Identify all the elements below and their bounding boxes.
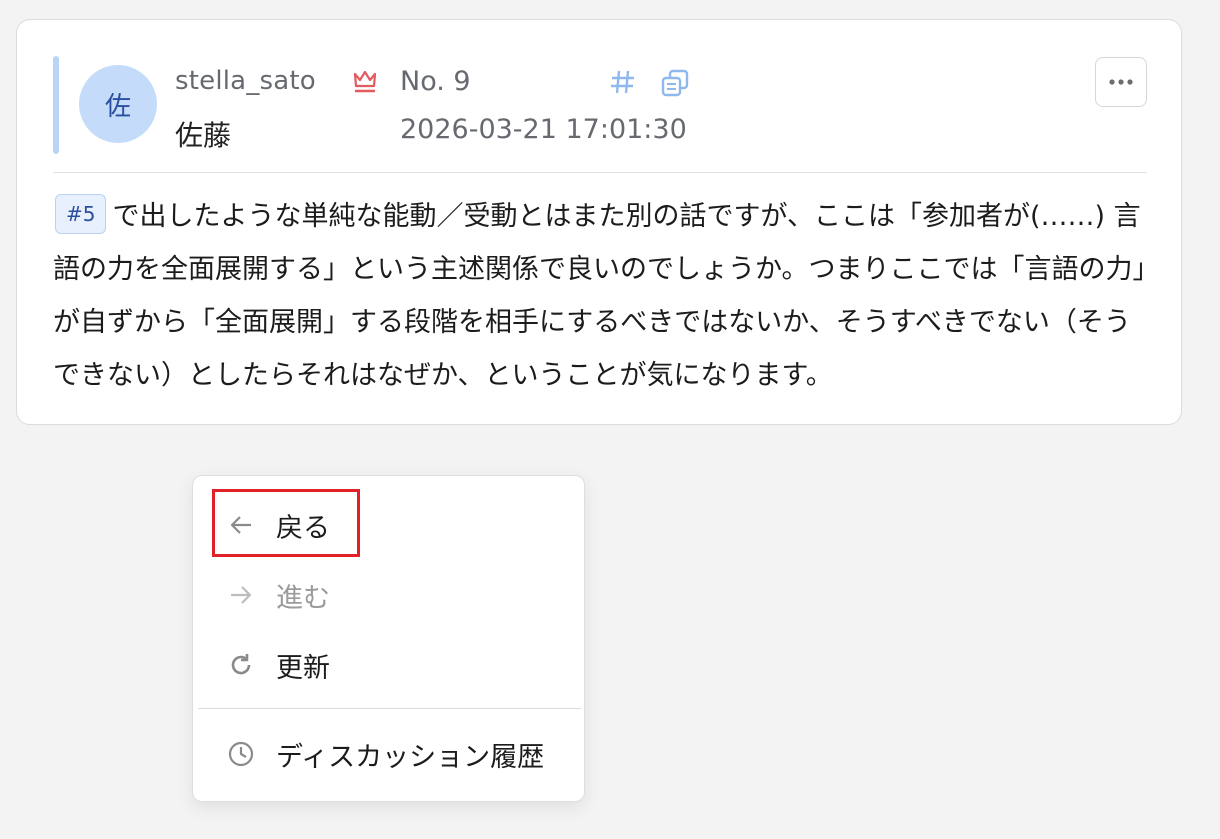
avatar[interactable]: 佐	[79, 65, 157, 143]
post-body: #5 で出したような単純な能動／受動とはまた別の話ですが、ここは「参加者が(……)…	[53, 190, 1149, 402]
menu-item-label: ディスカッション履歴	[276, 741, 545, 773]
menu-item-forward[interactable]: 進む	[193, 567, 584, 623]
refresh-icon	[231, 654, 251, 675]
crown-icon	[353, 70, 377, 93]
copy-icon[interactable]	[659, 67, 691, 99]
more-horizontal-icon	[1109, 79, 1133, 85]
menu-separator	[198, 708, 581, 709]
post-card: 佐 stella_sato 佐藤 No. 9 2026-03-21 17:01:…	[16, 19, 1182, 425]
more-options-button[interactable]	[1095, 57, 1147, 107]
arrow-right-icon	[231, 586, 252, 604]
menu-item-label: 更新	[276, 652, 330, 684]
menu-item-reload[interactable]: 更新	[193, 637, 584, 693]
menu-item-label: 進む	[276, 582, 330, 614]
post-body-text: で出したような単純な能動／受動とはまた別の話ですが、ここは「参加者が(……) 言…	[53, 201, 1146, 391]
display-name: 佐藤	[175, 119, 232, 152]
menu-item-discussion-history[interactable]: ディスカッション履歴	[193, 726, 584, 782]
highlight-box	[212, 489, 360, 557]
clock-icon	[228, 741, 254, 767]
post-reference-tag[interactable]: #5	[55, 194, 107, 234]
post-number: No. 9	[400, 66, 471, 97]
username[interactable]: stella_sato	[175, 66, 316, 96]
post-accent-bar	[53, 56, 59, 154]
header-divider	[53, 172, 1147, 173]
post-timestamp: 2026-03-21 17:01:30	[400, 114, 687, 145]
hash-icon[interactable]	[609, 68, 637, 96]
